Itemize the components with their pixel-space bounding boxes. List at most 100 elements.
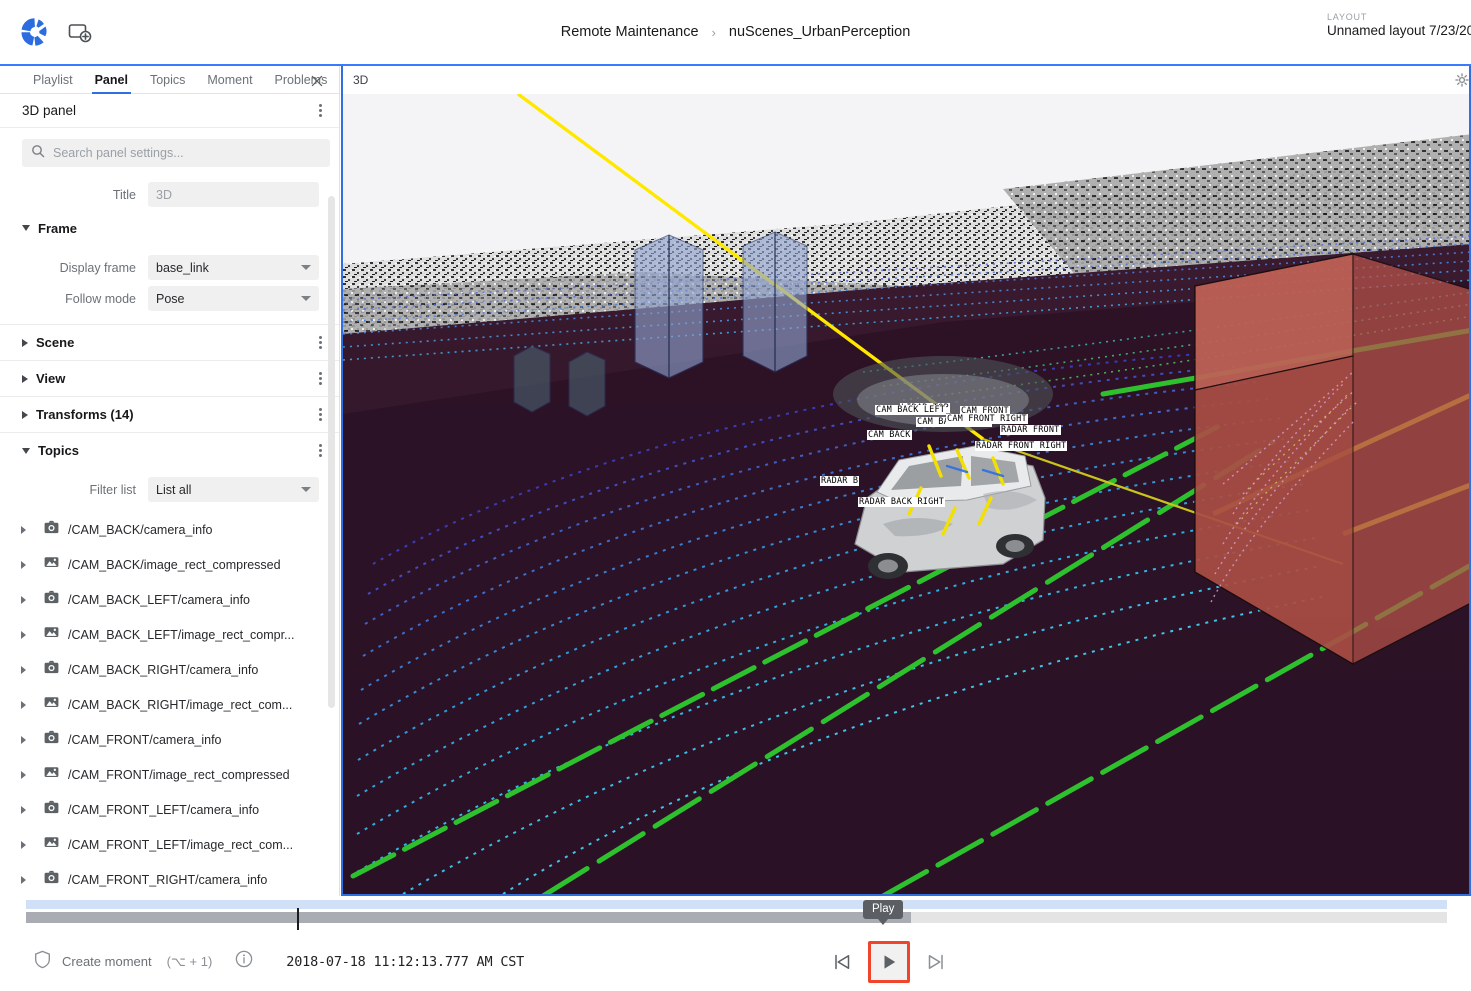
topic-row[interactable]: /CAM_BACK_RIGHT/camera_info xyxy=(0,652,339,687)
3d-panel-header: 3D xyxy=(343,66,1469,94)
3d-panel: 3D CAM BACK LEFT CAM FRONT CAM CAM FRONT… xyxy=(341,66,1471,896)
chevron-right-icon[interactable] xyxy=(21,735,26,744)
camera-icon xyxy=(44,730,59,749)
follow-mode-select[interactable]: Pose xyxy=(148,286,319,311)
sidebar-scroll-area: Search panel settings... Title 3D Frame … xyxy=(0,129,339,896)
panel-title-row: 3D panel xyxy=(0,94,339,128)
topic-row[interactable]: /CAM_BACK_LEFT/camera_info xyxy=(0,582,339,617)
display-frame-row: Display frame base_link xyxy=(0,252,339,283)
chevron-right-icon[interactable] xyxy=(21,525,26,534)
settings-sidebar: Playlist Panel Topics Moment Problems 3D… xyxy=(0,66,340,896)
add-panel-icon[interactable] xyxy=(66,19,92,45)
play-button[interactable] xyxy=(868,940,910,983)
section-scene-menu-icon[interactable] xyxy=(316,333,325,352)
image-icon xyxy=(44,625,59,644)
search-placeholder: Search panel settings... xyxy=(53,146,184,160)
section-transforms-menu-icon[interactable] xyxy=(316,405,325,424)
tab-panel[interactable]: Panel xyxy=(84,73,139,94)
topic-row[interactable]: /CAM_FRONT_LEFT/image_rect_com... xyxy=(0,827,339,862)
chevron-right-icon[interactable] xyxy=(21,560,26,569)
chevron-right-icon[interactable] xyxy=(21,875,26,884)
topic-row[interactable]: /CAM_BACK_LEFT/image_rect_compr... xyxy=(0,617,339,652)
topic-row[interactable]: /CAM_BACK/camera_info xyxy=(0,512,339,547)
tab-problems[interactable]: Problems xyxy=(264,73,339,93)
breadcrumb-item-record[interactable]: nuScenes_UrbanPerception xyxy=(729,24,910,40)
tab-playlist[interactable]: Playlist xyxy=(22,73,84,93)
chevron-right-icon[interactable] xyxy=(21,665,26,674)
timeline-events-strip[interactable] xyxy=(26,900,1447,909)
seek-backward-button[interactable] xyxy=(828,948,856,976)
section-topics-label: Topics xyxy=(38,443,79,458)
chevron-right-icon[interactable] xyxy=(21,770,26,779)
filter-list-value: List all xyxy=(156,482,192,497)
chevron-right-icon xyxy=(22,338,28,347)
topic-row[interactable]: /CAM_FRONT/image_rect_compressed xyxy=(0,757,339,792)
close-icon[interactable] xyxy=(309,73,325,89)
layout-name: Unnamed layout 7/23/20 xyxy=(1327,23,1471,38)
3d-scene-canvas[interactable]: LIDAR TOPCAM BACK LEFTCAM FRONTCAM BACK … xyxy=(343,94,1469,894)
sidebar-scrollbar[interactable] xyxy=(328,196,335,708)
section-scene[interactable]: Scene xyxy=(0,324,339,360)
chevron-right-icon xyxy=(22,410,28,419)
topic-name: /CAM_BACK_RIGHT/camera_info xyxy=(68,662,259,677)
chevron-down-icon xyxy=(301,265,311,270)
tab-moment[interactable]: Moment xyxy=(196,73,263,93)
sidebar-tabbar: Playlist Panel Topics Moment Problems xyxy=(0,66,339,94)
frame-label: CAM BACK LEFT xyxy=(875,405,947,415)
display-frame-select[interactable]: base_link xyxy=(148,255,319,280)
topic-name: /CAM_FRONT_LEFT/image_rect_com... xyxy=(68,837,294,852)
follow-mode-value: Pose xyxy=(156,291,185,306)
section-view-label: View xyxy=(36,371,66,386)
topic-row[interactable]: /CAM_FRONT_LEFT/camera_info xyxy=(0,792,339,827)
chevron-right-icon[interactable] xyxy=(21,700,26,709)
chevron-down-icon xyxy=(22,225,30,231)
image-icon xyxy=(44,835,59,854)
timeline-progress xyxy=(26,912,911,923)
chevron-right-icon[interactable] xyxy=(21,805,26,814)
image-icon xyxy=(44,555,59,574)
chevron-right-icon[interactable] xyxy=(21,630,26,639)
topic-row[interactable]: /CAM_FRONT_RIGHT/camera_info xyxy=(0,862,339,896)
tab-topics[interactable]: Topics xyxy=(139,73,196,93)
section-topics-menu-icon[interactable] xyxy=(316,441,325,460)
section-frame-label: Frame xyxy=(38,220,78,236)
timeline-scrubber[interactable] xyxy=(26,912,1447,923)
breadcrumb-item-project[interactable]: Remote Maintenance xyxy=(561,24,699,40)
timeline-playhead[interactable] xyxy=(297,908,299,930)
seek-forward-button[interactable] xyxy=(922,948,950,976)
chevron-right-icon[interactable] xyxy=(21,840,26,849)
section-topics[interactable]: Topics xyxy=(0,432,339,468)
section-transforms[interactable]: Transforms (14) xyxy=(0,396,339,432)
filter-list-select[interactable]: List all xyxy=(148,477,319,502)
camera-icon xyxy=(44,870,59,889)
camera-icon xyxy=(44,520,59,539)
display-frame-value: base_link xyxy=(156,260,209,275)
shield-icon xyxy=(34,950,51,974)
frame-label: RADAR FRONT xyxy=(1000,425,1061,435)
title-input[interactable]: 3D xyxy=(148,182,319,207)
info-icon[interactable] xyxy=(235,950,253,973)
section-frame[interactable]: Frame xyxy=(0,210,339,246)
section-view-menu-icon[interactable] xyxy=(316,369,325,388)
frame-label: CAM BACK xyxy=(867,430,912,440)
panel-menu-icon[interactable] xyxy=(316,101,325,120)
camera-icon xyxy=(44,800,59,819)
topic-name: /CAM_FRONT_RIGHT/camera_info xyxy=(68,872,268,887)
search-input[interactable]: Search panel settings... xyxy=(22,139,330,167)
section-view[interactable]: View xyxy=(0,360,339,396)
layout-selector[interactable]: LAYOUT Unnamed layout 7/23/20 xyxy=(1319,12,1471,54)
display-frame-label: Display frame xyxy=(59,260,136,275)
topic-name: /CAM_FRONT_LEFT/camera_info xyxy=(68,802,260,817)
frame-label: RADAR FRONT RIGHT xyxy=(975,441,1068,451)
gear-icon[interactable] xyxy=(1455,73,1469,87)
filter-list-label: Filter list xyxy=(89,482,136,497)
frame-label: RADAR B xyxy=(820,476,860,486)
chevron-right-icon[interactable] xyxy=(21,595,26,604)
coscene-logo-icon[interactable] xyxy=(18,15,52,49)
topic-row[interactable]: /CAM_BACK/image_rect_compressed xyxy=(0,547,339,582)
follow-mode-label: Follow mode xyxy=(65,291,136,306)
topic-row[interactable]: /CAM_FRONT/camera_info xyxy=(0,722,339,757)
create-moment-group[interactable]: Create moment (⌥ + 1) 2018-07-18 11:12:1… xyxy=(0,950,524,974)
topic-row[interactable]: /CAM_BACK_RIGHT/image_rect_com... xyxy=(0,687,339,722)
topic-list: /CAM_BACK/camera_info/CAM_BACK/image_rec… xyxy=(0,512,339,896)
